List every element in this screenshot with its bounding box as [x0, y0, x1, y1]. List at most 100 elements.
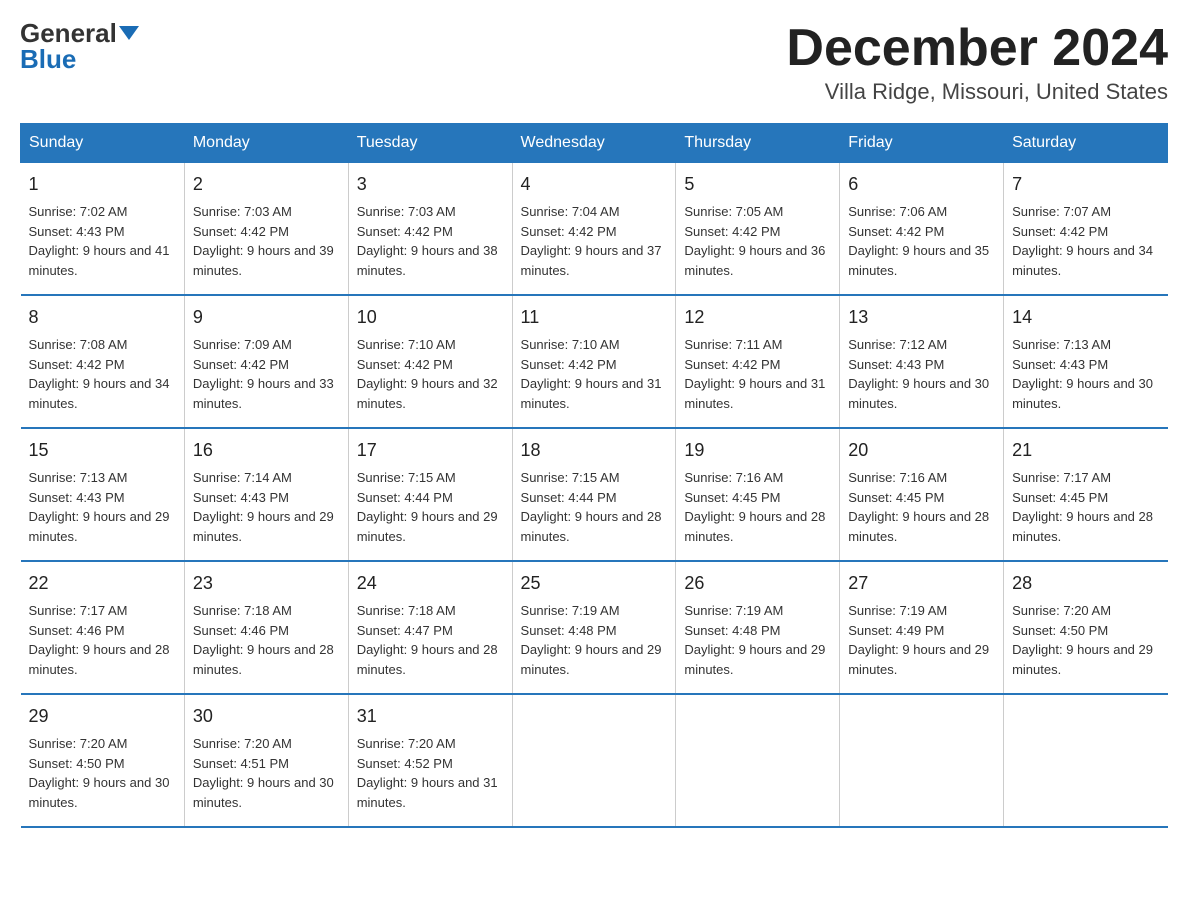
day-number: 5 [684, 171, 831, 198]
table-row [840, 694, 1004, 827]
day-info: Sunrise: 7:09 AMSunset: 4:42 PMDaylight:… [193, 337, 334, 411]
logo-arrow-icon [119, 26, 139, 40]
day-number: 20 [848, 437, 995, 464]
day-number: 9 [193, 304, 340, 331]
day-number: 2 [193, 171, 340, 198]
day-info: Sunrise: 7:19 AMSunset: 4:49 PMDaylight:… [848, 603, 989, 677]
day-info: Sunrise: 7:15 AMSunset: 4:44 PMDaylight:… [357, 470, 498, 544]
page-header: General Blue December 2024 Villa Ridge, … [20, 20, 1168, 105]
table-row: 4 Sunrise: 7:04 AMSunset: 4:42 PMDaylight… [512, 163, 676, 296]
logo: General Blue [20, 20, 139, 72]
table-row: 25 Sunrise: 7:19 AMSunset: 4:48 PMDayligh… [512, 561, 676, 694]
table-row: 24 Sunrise: 7:18 AMSunset: 4:47 PMDayligh… [348, 561, 512, 694]
day-info: Sunrise: 7:19 AMSunset: 4:48 PMDaylight:… [521, 603, 662, 677]
day-number: 25 [521, 570, 668, 597]
header-thursday: Thursday [676, 124, 840, 163]
day-number: 11 [521, 304, 668, 331]
day-number: 14 [1012, 304, 1159, 331]
table-row: 20 Sunrise: 7:16 AMSunset: 4:45 PMDayligh… [840, 428, 1004, 561]
header-sunday: Sunday [21, 124, 185, 163]
table-row: 13 Sunrise: 7:12 AMSunset: 4:43 PMDayligh… [840, 295, 1004, 428]
day-info: Sunrise: 7:15 AMSunset: 4:44 PMDaylight:… [521, 470, 662, 544]
logo-text-general: General [20, 20, 117, 46]
table-row: 2Sunrise: 7:03 AMSunset: 4:42 PMDaylight… [184, 163, 348, 296]
day-info: Sunrise: 7:17 AMSunset: 4:45 PMDaylight:… [1012, 470, 1153, 544]
day-info: Sunrise: 7:05 AMSunset: 4:42 PMDaylight:… [684, 204, 825, 278]
table-row: 30 Sunrise: 7:20 AMSunset: 4:51 PMDayligh… [184, 694, 348, 827]
calendar-week-row: 15 Sunrise: 7:13 AMSunset: 4:43 PMDayligh… [21, 428, 1168, 561]
day-info: Sunrise: 7:16 AMSunset: 4:45 PMDaylight:… [684, 470, 825, 544]
table-row: 29Sunrise: 7:20 AMSunset: 4:50 PMDayligh… [21, 694, 185, 827]
day-number: 18 [521, 437, 668, 464]
day-info: Sunrise: 7:12 AMSunset: 4:43 PMDaylight:… [848, 337, 989, 411]
table-row [512, 694, 676, 827]
day-number: 22 [29, 570, 176, 597]
table-row: 28Sunrise: 7:20 AMSunset: 4:50 PMDayligh… [1004, 561, 1168, 694]
day-number: 19 [684, 437, 831, 464]
day-info: Sunrise: 7:13 AMSunset: 4:43 PMDaylight:… [29, 470, 170, 544]
day-number: 13 [848, 304, 995, 331]
table-row: 14 Sunrise: 7:13 AMSunset: 4:43 PMDayligh… [1004, 295, 1168, 428]
day-info: Sunrise: 7:03 AMSunset: 4:42 PMDaylight:… [357, 204, 498, 278]
table-row: 26 Sunrise: 7:19 AMSunset: 4:48 PMDayligh… [676, 561, 840, 694]
table-row: 27Sunrise: 7:19 AMSunset: 4:49 PMDayligh… [840, 561, 1004, 694]
day-info: Sunrise: 7:20 AMSunset: 4:50 PMDaylight:… [1012, 603, 1153, 677]
table-row: 8 Sunrise: 7:08 AMSunset: 4:42 PMDaylight… [21, 295, 185, 428]
title-block: December 2024 Villa Ridge, Missouri, Uni… [786, 20, 1168, 105]
day-number: 17 [357, 437, 504, 464]
table-row: 6Sunrise: 7:06 AMSunset: 4:42 PMDaylight… [840, 163, 1004, 296]
day-number: 4 [521, 171, 668, 198]
day-number: 31 [357, 703, 504, 730]
day-info: Sunrise: 7:04 AMSunset: 4:42 PMDaylight:… [521, 204, 662, 278]
table-row: 11 Sunrise: 7:10 AMSunset: 4:42 PMDayligh… [512, 295, 676, 428]
day-info: Sunrise: 7:08 AMSunset: 4:42 PMDaylight:… [29, 337, 170, 411]
table-row: 9 Sunrise: 7:09 AMSunset: 4:42 PMDaylight… [184, 295, 348, 428]
table-row: 3 Sunrise: 7:03 AMSunset: 4:42 PMDaylight… [348, 163, 512, 296]
calendar-subtitle: Villa Ridge, Missouri, United States [786, 79, 1168, 105]
day-number: 26 [684, 570, 831, 597]
day-number: 16 [193, 437, 340, 464]
table-row: 7Sunrise: 7:07 AMSunset: 4:42 PMDaylight… [1004, 163, 1168, 296]
calendar-title: December 2024 [786, 20, 1168, 77]
day-info: Sunrise: 7:19 AMSunset: 4:48 PMDaylight:… [684, 603, 825, 677]
table-row: 10Sunrise: 7:10 AMSunset: 4:42 PMDayligh… [348, 295, 512, 428]
day-number: 29 [29, 703, 176, 730]
calendar-week-row: 8 Sunrise: 7:08 AMSunset: 4:42 PMDaylight… [21, 295, 1168, 428]
day-info: Sunrise: 7:02 AMSunset: 4:43 PMDaylight:… [29, 204, 170, 278]
calendar-week-row: 29Sunrise: 7:20 AMSunset: 4:50 PMDayligh… [21, 694, 1168, 827]
day-info: Sunrise: 7:18 AMSunset: 4:47 PMDaylight:… [357, 603, 498, 677]
table-row: 15 Sunrise: 7:13 AMSunset: 4:43 PMDayligh… [21, 428, 185, 561]
day-number: 1 [29, 171, 176, 198]
table-row: 21 Sunrise: 7:17 AMSunset: 4:45 PMDayligh… [1004, 428, 1168, 561]
day-number: 3 [357, 171, 504, 198]
day-number: 7 [1012, 171, 1159, 198]
logo-text-blue: Blue [20, 46, 76, 72]
table-row: 31 Sunrise: 7:20 AMSunset: 4:52 PMDayligh… [348, 694, 512, 827]
table-row: 18 Sunrise: 7:15 AMSunset: 4:44 PMDayligh… [512, 428, 676, 561]
day-number: 12 [684, 304, 831, 331]
header-wednesday: Wednesday [512, 124, 676, 163]
table-row: 19 Sunrise: 7:16 AMSunset: 4:45 PMDayligh… [676, 428, 840, 561]
day-number: 15 [29, 437, 176, 464]
calendar-week-row: 22Sunrise: 7:17 AMSunset: 4:46 PMDayligh… [21, 561, 1168, 694]
table-row: 5 Sunrise: 7:05 AMSunset: 4:42 PMDaylight… [676, 163, 840, 296]
weekday-header-row: Sunday Monday Tuesday Wednesday Thursday… [21, 124, 1168, 163]
day-number: 8 [29, 304, 176, 331]
day-number: 30 [193, 703, 340, 730]
day-number: 24 [357, 570, 504, 597]
table-row [1004, 694, 1168, 827]
table-row [676, 694, 840, 827]
table-row: 23Sunrise: 7:18 AMSunset: 4:46 PMDayligh… [184, 561, 348, 694]
calendar-week-row: 1 Sunrise: 7:02 AMSunset: 4:43 PMDaylight… [21, 163, 1168, 296]
header-friday: Friday [840, 124, 1004, 163]
day-info: Sunrise: 7:10 AMSunset: 4:42 PMDaylight:… [521, 337, 662, 411]
day-info: Sunrise: 7:13 AMSunset: 4:43 PMDaylight:… [1012, 337, 1153, 411]
calendar-table: Sunday Monday Tuesday Wednesday Thursday… [20, 123, 1168, 828]
day-info: Sunrise: 7:20 AMSunset: 4:52 PMDaylight:… [357, 736, 498, 810]
day-info: Sunrise: 7:10 AMSunset: 4:42 PMDaylight:… [357, 337, 498, 411]
day-info: Sunrise: 7:16 AMSunset: 4:45 PMDaylight:… [848, 470, 989, 544]
day-number: 23 [193, 570, 340, 597]
day-number: 6 [848, 171, 995, 198]
day-info: Sunrise: 7:20 AMSunset: 4:51 PMDaylight:… [193, 736, 334, 810]
day-number: 21 [1012, 437, 1159, 464]
